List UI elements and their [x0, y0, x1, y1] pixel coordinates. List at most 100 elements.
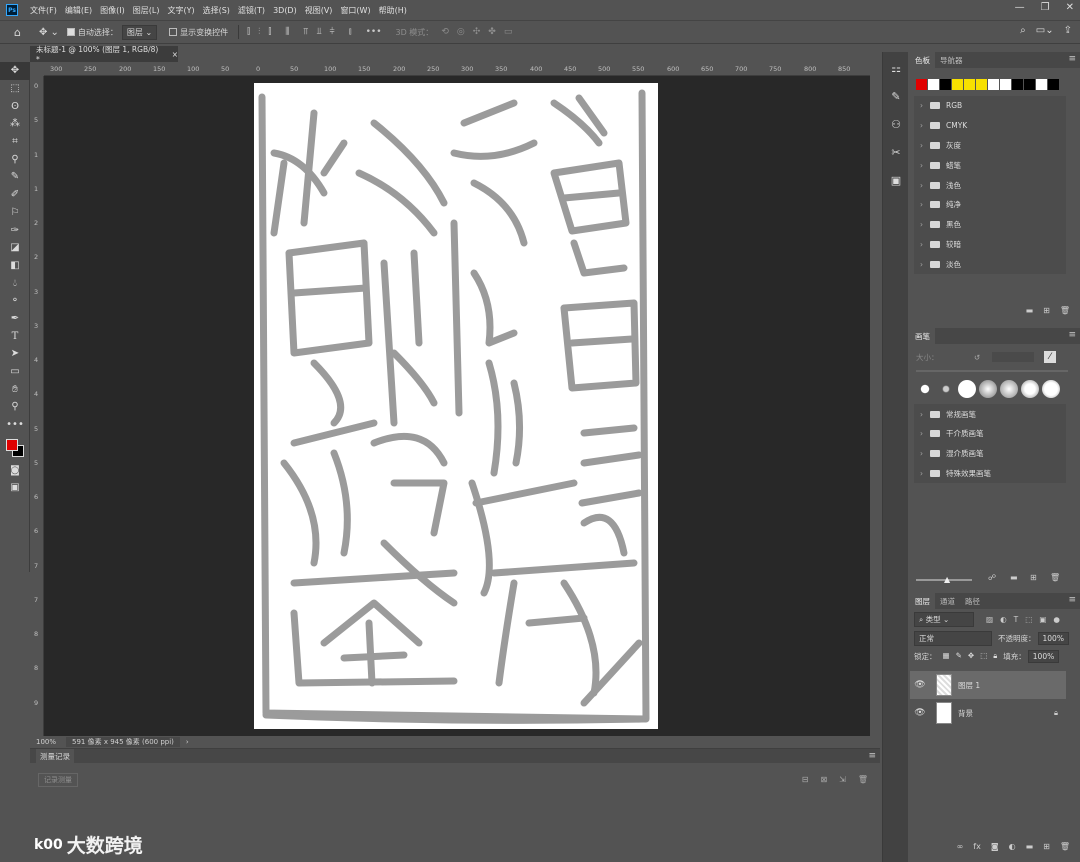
menu-filter[interactable]: 滤镜(T) [234, 5, 269, 16]
crop-tool-icon[interactable]: ⌗ [0, 133, 30, 151]
tools-preset-icon[interactable]: ✂ [883, 138, 909, 166]
slider-handle-icon[interactable]: ▲ [944, 575, 950, 584]
brush-preset[interactable] [1000, 380, 1018, 399]
color-swatch[interactable] [976, 79, 987, 90]
menu-select[interactable]: 选择(S) [199, 5, 234, 16]
lock-all-icon[interactable]: 🔒︎ [993, 651, 997, 661]
foreground-color-swatch[interactable] [6, 439, 18, 452]
3d-roll-icon[interactable]: ◎ [457, 27, 465, 37]
panel-menu-icon[interactable]: ≡ [1068, 595, 1076, 605]
brush-preset[interactable] [916, 380, 934, 399]
new-group-icon[interactable]: ▬ [1026, 842, 1034, 851]
lock-transparent-icon[interactable]: ▦ [943, 651, 950, 661]
color-swatch[interactable] [940, 79, 951, 90]
layer-row-layer1[interactable]: 👁︎ 图层 1 [910, 671, 1066, 700]
quick-mask-icon[interactable]: ◙ [0, 461, 30, 479]
3d-pan-icon[interactable]: ✣ [473, 27, 481, 37]
menu-help[interactable]: 帮助(H) [375, 5, 411, 16]
minimize-icon[interactable]: — [1015, 2, 1025, 13]
filter-type-icon[interactable]: T [1014, 615, 1019, 624]
align-bottom-icon[interactable]: ⫩ [330, 27, 335, 37]
pen-tool-icon[interactable]: ✒ [0, 310, 30, 328]
properties-icon[interactable]: ▣ [883, 166, 909, 194]
eraser-tool-icon[interactable]: ◪ [0, 239, 30, 257]
deselect-icon[interactable]: ⊠ [820, 775, 827, 784]
brush-preset[interactable] [937, 380, 955, 399]
brush-preset[interactable] [1042, 380, 1060, 399]
3d-orbit-icon[interactable]: ⟲ [441, 27, 449, 37]
marquee-tool-icon[interactable]: ⬚ [0, 80, 30, 98]
blur-tool-icon[interactable]: 💧︎ [0, 274, 30, 292]
filter-smart-object-icon[interactable]: ▣ [1039, 615, 1046, 624]
magic-wand-tool-icon[interactable]: ⁂ [0, 115, 30, 133]
brush-preset[interactable] [1021, 380, 1039, 399]
color-swatch[interactable] [1024, 79, 1035, 90]
swatch-group-pale[interactable]: › 淡色 [914, 254, 1066, 274]
clone-stamp-tool-icon[interactable]: ⚐ [0, 204, 30, 222]
color-swatch[interactable] [1048, 79, 1059, 90]
brush-preset[interactable] [958, 380, 976, 399]
new-group-icon[interactable]: ▬ [1026, 306, 1034, 320]
eyedropper-tool-icon[interactable]: ⚲ [0, 150, 30, 168]
blend-mode-dropdown[interactable]: 正常 [914, 630, 992, 646]
fill-input[interactable]: 100% [1027, 649, 1060, 663]
menu-window[interactable]: 窗口(W) [336, 5, 374, 16]
brush-group-special-effects[interactable]: › 特殊效果画笔 [914, 464, 1066, 484]
color-swatch[interactable] [928, 79, 939, 90]
brush-group-general[interactable]: › 常规画笔 [914, 404, 1066, 424]
swatch-group-light[interactable]: › 浅色 [914, 175, 1066, 195]
brush-group-dry-media[interactable]: › 干介质画笔 [914, 424, 1066, 444]
panel-menu-icon[interactable]: ≡ [1068, 330, 1076, 340]
layer-row-background[interactable]: 👁︎ 背景 🔒︎ [910, 699, 1066, 727]
tab-navigator[interactable]: 导航器 [935, 52, 968, 68]
photoshop-logo-icon[interactable]: Ps [6, 4, 18, 16]
rectangle-tool-icon[interactable]: ▭ [0, 363, 30, 381]
reset-icon[interactable]: ↺ [974, 353, 980, 362]
color-swatch[interactable] [1036, 79, 1047, 90]
menu-3d[interactable]: 3D(D) [269, 6, 301, 15]
menu-file[interactable]: 文件(F) [26, 5, 61, 16]
lock-artboard-icon[interactable]: ⬚ [980, 651, 987, 661]
filter-shape-icon[interactable]: ⬚ [1025, 615, 1032, 624]
swatch-group-pure[interactable]: › 纯净 [914, 195, 1066, 215]
brush-settings-icon[interactable]: ✎ [883, 82, 909, 110]
brush-size-slider[interactable] [916, 370, 1068, 373]
tab-layers[interactable]: 图层 [910, 593, 935, 610]
maximize-icon[interactable]: ❐ [1041, 2, 1050, 13]
panel-menu-icon[interactable]: ≡ [1068, 54, 1076, 64]
new-brush-icon[interactable]: ⁄ [1044, 351, 1056, 364]
align-left-icon[interactable]: ⫿ [247, 27, 250, 37]
menu-view[interactable]: 视图(V) [301, 5, 337, 16]
layer-filter-dropdown[interactable]: ⌕ 类型 ⌄ [914, 611, 974, 627]
filter-adjustment-icon[interactable]: ◐ [1000, 615, 1007, 624]
tab-brushes[interactable]: 画笔 [910, 328, 935, 345]
menu-image[interactable]: 图像(I) [96, 5, 129, 16]
swatch-group-cmyk[interactable]: › CMYK [914, 116, 1066, 136]
visibility-eye-icon[interactable]: 👁︎ [910, 708, 930, 718]
swatch-group-pastel[interactable]: › 蜡笔 [914, 155, 1066, 175]
visibility-eye-icon[interactable]: 👁︎ [910, 680, 930, 690]
color-swatch[interactable] [1000, 79, 1011, 90]
clone-source-icon[interactable]: ⚇ [883, 110, 909, 138]
adjustment-layer-icon[interactable]: ◐ [1009, 842, 1016, 851]
align-right-icon[interactable]: ⫿ [268, 27, 271, 37]
hand-tool-icon[interactable]: ✋︎ [0, 380, 30, 398]
opacity-input[interactable]: 100% [1037, 631, 1069, 645]
libraries-icon[interactable]: ⚏ [883, 54, 909, 82]
filter-pixel-icon[interactable]: ▨ [986, 615, 993, 624]
swatch-group-darker[interactable]: › 较暗 [914, 235, 1066, 255]
zoom-tool-icon[interactable]: ⚲ [0, 398, 30, 416]
lock-image-icon[interactable]: ✎ [956, 651, 962, 661]
tab-paths[interactable]: 路径 [960, 593, 985, 609]
more-tools-icon[interactable]: ••• [0, 416, 30, 434]
document-tab[interactable]: 未标题-1 @ 100% (图层 1, RGB/8) * × [30, 45, 178, 64]
lasso-tool-icon[interactable]: ʘ [0, 97, 30, 115]
brush-settings-toggle-icon[interactable]: ☍ [988, 573, 996, 582]
align-center-icon[interactable]: ⫶ [258, 27, 260, 37]
menu-layer[interactable]: 图层(L) [129, 5, 164, 16]
delete-layer-icon[interactable]: 🗑︎ [1060, 842, 1070, 851]
add-mask-icon[interactable]: ◙ [991, 842, 999, 851]
lock-position-icon[interactable]: ✥ [968, 651, 974, 661]
delete-icon[interactable]: 🗑︎ [1050, 573, 1060, 582]
tab-channels[interactable]: 通道 [935, 593, 960, 609]
